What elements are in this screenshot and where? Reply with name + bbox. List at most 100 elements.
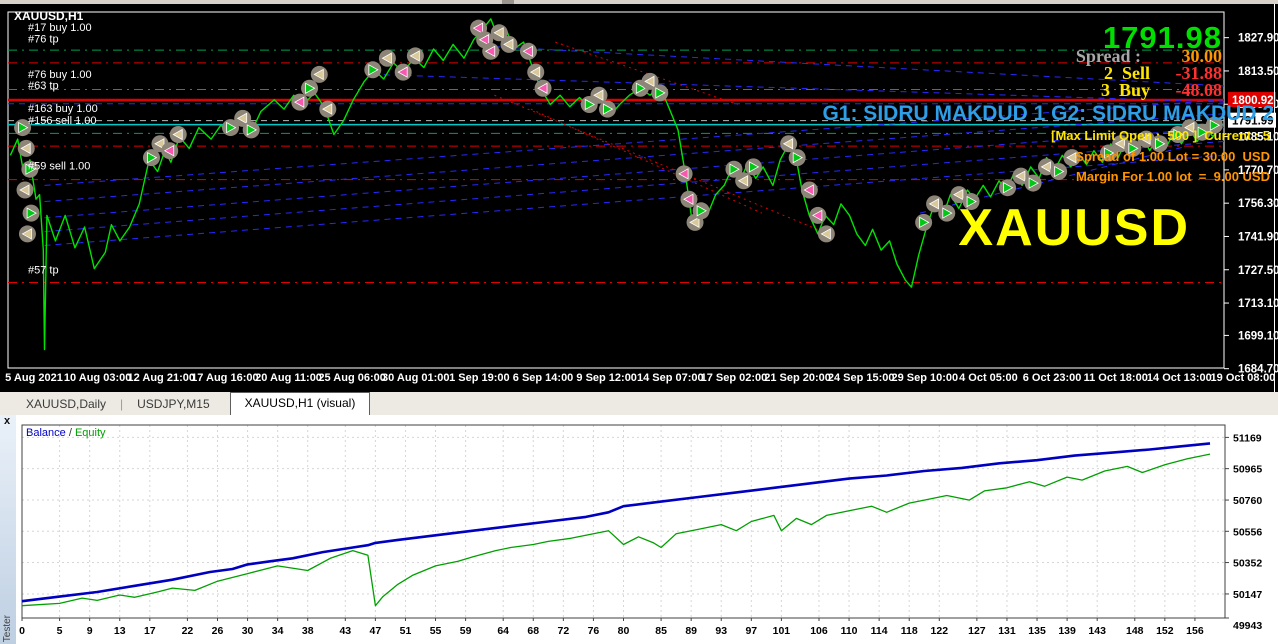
order-level-label: #163 buy 1.00 — [28, 103, 98, 115]
x-axis-label: 64 — [497, 625, 509, 637]
buy-positions-row: 3 Buy -48.08 — [1101, 80, 1222, 101]
close-icon[interactable]: x — [4, 416, 10, 427]
time-axis-label: 6 Oct 23:00 — [1023, 372, 1082, 384]
x-axis-label: 59 — [460, 625, 472, 637]
trade-marker-sell-arrow — [809, 206, 827, 224]
y-axis-label: 49943 — [1233, 620, 1262, 632]
trade-marker-buy-arrow — [999, 179, 1017, 197]
price-axis-label: 1699.10 — [1238, 330, 1278, 342]
y-axis-label: 50965 — [1233, 464, 1262, 476]
tab-xauusd-daily[interactable]: XAUUSD,Daily — [14, 394, 118, 414]
x-axis-label: 47 — [370, 625, 382, 637]
x-axis-label: 0 — [19, 625, 25, 637]
trade-marker-buy-arrow — [915, 213, 933, 231]
ea-group-title: G1: SIDRU MAKDUD 1 G2: SIDRU MAKDUD 2 — [822, 102, 1274, 125]
time-axis-label: 10 Aug 03:00 — [64, 372, 131, 384]
order-level-label: #63 tp — [28, 80, 59, 92]
trade-marker-sell-arrow — [291, 93, 309, 111]
x-axis-label: 5 — [57, 625, 63, 637]
x-axis-label: 38 — [302, 625, 314, 637]
trade-marker-sell-arrow — [675, 165, 693, 183]
time-axis-label: 4 Oct 05:00 — [959, 372, 1018, 384]
x-axis-label: 17 — [144, 625, 156, 637]
trade-marker-sell-arrow — [394, 63, 412, 81]
order-level-label: #59 sell 1.00 — [28, 161, 90, 173]
time-axis-label: 17 Aug 16:00 — [191, 372, 258, 384]
y-axis-label: 50760 — [1233, 495, 1262, 507]
price-axis-label: 1813.50 — [1238, 66, 1278, 78]
trade-marker-exit-triangle — [169, 126, 187, 144]
order-level-label: #156 sell 1.00 — [28, 115, 97, 127]
price-axis-label: 1827.90 — [1238, 33, 1278, 45]
buy-pl-value: -48.08 — [1175, 80, 1223, 100]
trade-marker-buy-arrow — [22, 204, 40, 222]
x-axis-label: 30 — [242, 625, 254, 637]
y-axis-label: 50352 — [1233, 558, 1262, 570]
x-axis-label: 131 — [998, 625, 1016, 637]
trade-marker-buy-arrow — [1050, 163, 1068, 181]
symbol-watermark: XAUUSD — [958, 199, 1190, 257]
buy-count-label: 3 Buy — [1100, 80, 1150, 100]
x-axis-label: 139 — [1058, 625, 1076, 637]
tester-graph-canvas[interactable]: 0 5 9 13 17 22 26 30 34 38 43 47 51 55 59 64 68 72 76 80 85 8… — [0, 415, 1278, 644]
legend-equity: Equity — [74, 427, 106, 439]
time-axis-label: 14 Sep 07:00 — [637, 372, 704, 384]
trade-marker-buy-arrow — [651, 84, 669, 102]
time-axis-label: 29 Sep 10:00 — [891, 372, 958, 384]
trade-marker-exit-triangle — [310, 65, 328, 83]
trade-marker-sell-arrow — [482, 42, 500, 60]
window-top-strip — [0, 0, 1278, 4]
trade-marker-buy-arrow — [598, 100, 616, 118]
trade-marker-exit-triangle — [735, 172, 753, 190]
price-chart-area[interactable]: #17 buy 1.00 #76 tp #76 buy 1.00 #63 tp #163… — [0, 0, 1278, 392]
trade-marker-exit-triangle — [817, 225, 835, 243]
x-axis-label: 72 — [558, 625, 570, 637]
time-axis-label: 6 Sep 14:00 — [513, 372, 574, 384]
price-axis-label: 1741.90 — [1238, 231, 1278, 243]
time-axis-label: 25 Aug 06:00 — [318, 372, 385, 384]
trade-marker-sell-arrow — [800, 181, 818, 199]
trade-marker-sell-arrow — [519, 42, 537, 60]
time-axis-label: 5 Aug 2021 — [5, 372, 63, 384]
x-axis-label: 89 — [685, 625, 697, 637]
y-axis-label: 50556 — [1233, 526, 1262, 538]
order-level-label: #57 tp — [28, 265, 59, 277]
trade-marker-sell-arrow — [161, 142, 179, 160]
graph-legend: Balance / Equity — [26, 427, 106, 439]
x-axis-label: 93 — [715, 625, 727, 637]
price-axis-label: 1756.30 — [1238, 198, 1278, 210]
x-axis-label: 68 — [527, 625, 539, 637]
tab-usdjpy-m15[interactable]: USDJPY,M15 — [125, 394, 221, 414]
trade-marker-exit-triangle — [18, 225, 36, 243]
order-level-label: #76 tp — [28, 34, 59, 46]
time-axis-label: 1 Sep 19:00 — [449, 372, 510, 384]
x-axis-label: 13 — [114, 625, 126, 637]
y-axis-label: 51169 — [1233, 432, 1262, 444]
x-axis-label: 106 — [810, 625, 828, 637]
trade-marker-buy-arrow — [242, 121, 260, 139]
x-axis-label: 148 — [1126, 625, 1144, 637]
tester-side-strip: x Tester — [0, 415, 16, 644]
time-axis-label: 30 Aug 01:00 — [382, 372, 449, 384]
price-axis-label: 1713.10 — [1238, 298, 1278, 310]
trade-marker-exit-triangle — [319, 100, 337, 118]
x-axis-label: 118 — [901, 625, 918, 637]
x-axis-label: 97 — [745, 625, 757, 637]
tester-panel-tab[interactable]: Tester — [2, 615, 13, 642]
y-axis-label: 50147 — [1233, 589, 1262, 601]
tab-separator: | — [120, 396, 124, 411]
trade-marker-buy-arrow — [744, 158, 762, 176]
trade-marker-buy-arrow — [788, 149, 806, 167]
tab-xauusd-h1-visual[interactable]: XAUUSD,H1 (visual) — [229, 392, 371, 415]
x-axis-label: 152 — [1156, 625, 1174, 637]
max-limit-status: [Max Limit Open : 500 ] Current : 5 — [1051, 128, 1270, 143]
x-axis-label: 114 — [871, 625, 888, 637]
margin-info-line: Margin For 1.00 lot = 9.00 USD — [1076, 169, 1270, 184]
trade-marker-exit-triangle — [527, 63, 545, 81]
trade-marker-sell-arrow — [534, 79, 552, 97]
x-axis-label: 143 — [1088, 625, 1106, 637]
x-axis-label: 135 — [1028, 625, 1046, 637]
time-axis-label: 12 Aug 21:00 — [128, 372, 195, 384]
x-axis-label: 122 — [931, 625, 949, 637]
x-axis-label: 156 — [1186, 625, 1204, 637]
